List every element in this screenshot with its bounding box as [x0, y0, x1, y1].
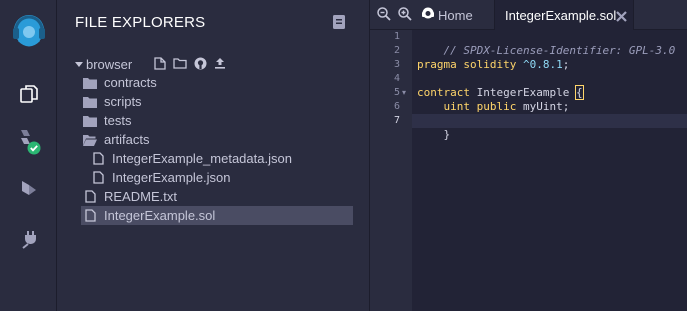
tree-item-label: IntegerExample.sol	[104, 208, 216, 223]
folder-open-icon	[83, 133, 97, 147]
code-keyword: contract	[417, 86, 470, 99]
workspace-root[interactable]: browser	[75, 55, 132, 73]
code-identifier: myUint;	[516, 100, 570, 113]
tree-item-integer-example-sol[interactable]: IntegerExample.sol	[81, 206, 353, 225]
zoom-in-icon[interactable]	[398, 7, 412, 21]
plugin-manager-icon[interactable]	[0, 222, 57, 254]
code-brace: }	[443, 128, 451, 141]
tree-item-metadata-json[interactable]: IntegerExample_metadata.json	[91, 149, 353, 168]
tree-item-contracts[interactable]: contracts	[83, 73, 353, 92]
remix-logo-icon[interactable]	[0, 10, 57, 54]
tree-item-scripts[interactable]: scripts	[83, 92, 353, 111]
file-icon	[91, 171, 105, 185]
explorer-toolbar	[153, 56, 227, 70]
tree-item-label: scripts	[104, 94, 142, 109]
upload-icon[interactable]	[213, 56, 227, 70]
code-keyword: uint	[443, 100, 471, 113]
line-number-gutter: 1 2 3 4 5 ▾ 6 7	[370, 30, 412, 311]
tree-item-label: README.txt	[104, 189, 177, 204]
code-keyword: public	[476, 100, 517, 113]
docs-icon[interactable]	[333, 15, 345, 29]
line-number: 2	[393, 45, 400, 56]
tree-item-json[interactable]: IntegerExample.json	[91, 168, 353, 187]
folder-icon	[83, 114, 97, 128]
tree-item-label: tests	[104, 113, 132, 128]
code-line-7: }	[417, 114, 451, 141]
code-version: ^0.8.1	[516, 58, 563, 71]
line-number: 7	[393, 115, 400, 126]
github-icon[interactable]	[193, 56, 207, 70]
icon-panel	[0, 0, 57, 311]
code-line-6: uint public myUint;	[417, 100, 570, 114]
code-punct: ;	[562, 58, 570, 71]
code-editor[interactable]: 1 2 3 4 5 ▾ 6 7 // SPDX-License-Identifi…	[370, 30, 687, 311]
file-icon	[91, 152, 105, 166]
code-brace: {	[575, 85, 584, 100]
tab-active-label: IntegerExample.sol	[505, 7, 617, 23]
deploy-run-icon[interactable]	[0, 174, 57, 206]
tree-item-label: artifacts	[104, 132, 150, 147]
file-icon	[83, 209, 97, 223]
code-identifier: IntegerExample	[469, 86, 576, 99]
tab-home-label: Home	[438, 7, 473, 23]
code-line-3: pragma solidity ^0.8.1;	[417, 58, 569, 72]
line-number: 1	[393, 31, 400, 42]
folder-icon	[83, 76, 97, 90]
fold-arrow-icon[interactable]: ▾	[402, 86, 410, 100]
line-number: 6	[393, 101, 400, 112]
tree-item-tests[interactable]: tests	[83, 111, 353, 130]
line-number: 4	[393, 73, 400, 84]
zoom-out-icon[interactable]	[377, 7, 391, 21]
new-folder-icon[interactable]	[173, 56, 187, 70]
solidity-compiler-icon[interactable]	[0, 126, 57, 158]
code-keyword: pragma solidity	[417, 58, 517, 71]
tab-home[interactable]: Home	[420, 0, 473, 30]
chevron-down-icon	[75, 61, 83, 67]
code-line-1: // SPDX-License-Identifier: GPL-3.0	[417, 30, 676, 57]
folder-icon	[83, 95, 97, 109]
editor-tab-bar: Home IntegerExample.sol	[370, 0, 687, 30]
new-file-icon[interactable]	[153, 56, 167, 70]
tree-item-label: contracts	[104, 75, 157, 90]
code-line-5: contract IntegerExample {	[417, 85, 584, 100]
tree-item-label: IntegerExample.json	[112, 170, 231, 185]
file-explorer-icon[interactable]	[0, 78, 57, 110]
home-icon	[420, 6, 436, 25]
tree-item-readme[interactable]: README.txt	[83, 187, 353, 206]
line-number: 3	[393, 59, 400, 70]
tree-item-artifacts[interactable]: artifacts	[83, 130, 353, 149]
file-explorer-panel: FILE EXPLORERS browser contracts scripts…	[57, 0, 370, 311]
tab-integer-example-sol[interactable]: IntegerExample.sol	[494, 0, 634, 30]
close-icon[interactable]	[616, 10, 627, 22]
tree-item-label: IntegerExample_metadata.json	[112, 151, 292, 166]
code-comment: // SPDX-License-Identifier: GPL-3.0	[443, 44, 676, 57]
workspace-root-label: browser	[86, 56, 133, 72]
line-number: 5	[393, 87, 400, 98]
file-icon	[83, 190, 97, 204]
panel-title: FILE EXPLORERS	[75, 14, 206, 31]
